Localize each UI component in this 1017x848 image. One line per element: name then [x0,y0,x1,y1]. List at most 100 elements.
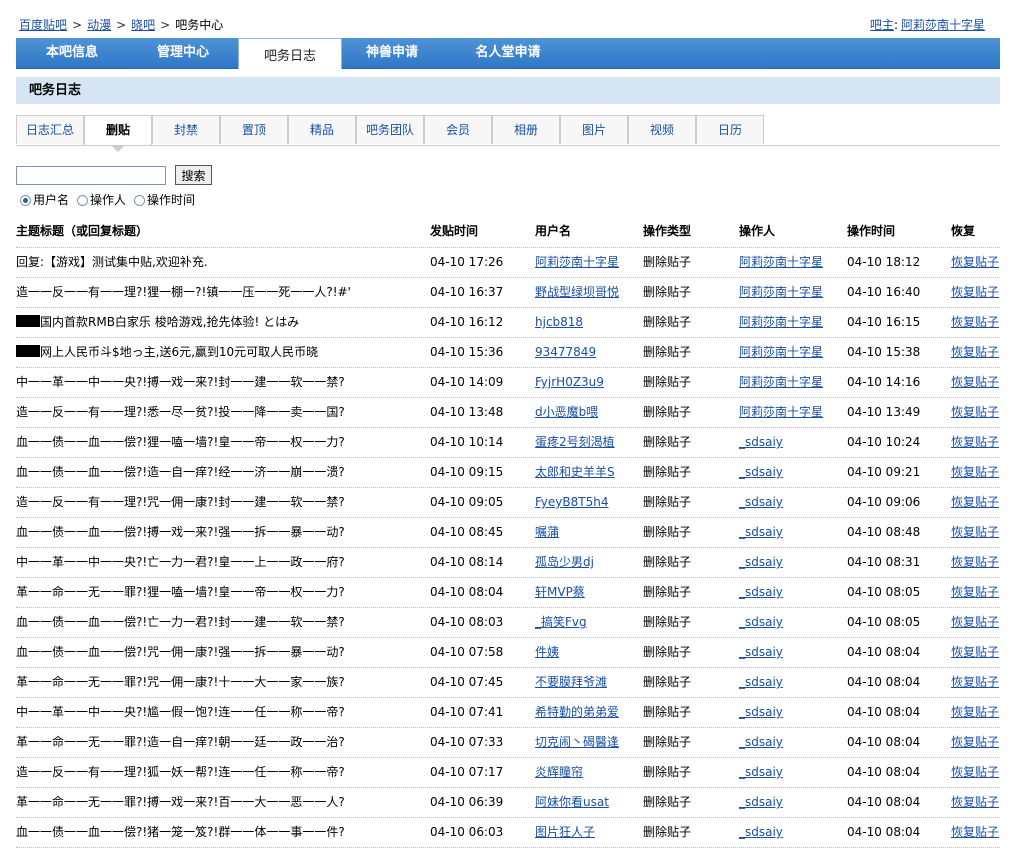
row-operator-link[interactable]: _sdsaiy [739,795,783,809]
tab-beast-apply[interactable]: 神兽申请 [342,38,442,68]
radio-operation-time[interactable]: 操作时间 [134,191,195,208]
row-username-link[interactable]: 蛋疼2号刻渴植 [535,435,615,449]
row-operator-link[interactable]: _sdsaiy [739,645,783,659]
row-username-link[interactable]: _搞笑Fvg [535,615,587,629]
row-operator-link[interactable]: 阿莉莎南十字星 [739,285,823,299]
row-operator-link[interactable]: _sdsaiy [739,525,783,539]
row-operator-link[interactable]: _sdsaiy [739,615,783,629]
subtab-bans[interactable]: 封禁 [152,115,220,144]
row-restore-link[interactable]: 恢复贴子 [951,465,999,479]
row-username-link-cell: 不要膜拜爷滩 [535,668,635,697]
breadcrumb-bar[interactable]: 晓吧 [131,18,155,32]
row-username-link[interactable]: 野战型绿坝哥悦 [535,285,619,299]
row-restore-link[interactable]: 恢复贴子 [951,525,999,539]
row-operator-link[interactable]: _sdsaiy [739,675,783,689]
tab-bar-info[interactable]: 本吧信息 [16,38,128,68]
row-username-link[interactable]: 阿莉莎南十字星 [535,255,619,269]
breadcrumb-current: 吧务中心 [175,18,224,32]
row-restore-link[interactable]: 恢复贴子 [951,795,999,809]
subtab-featured[interactable]: 精品 [288,115,356,144]
row-operator-link[interactable]: _sdsaiy [739,735,783,749]
subtab-members[interactable]: 会员 [424,115,492,144]
row-restore-link[interactable]: 恢复贴子 [951,615,999,629]
row-username-link[interactable]: 不要膜拜爷滩 [535,675,607,689]
row-restore-link[interactable]: 恢复贴子 [951,825,999,839]
row-username-link[interactable]: 炎辉瞳帘 [535,765,583,779]
row-operator-link[interactable]: _sdsaiy [739,465,783,479]
row-operator-link-cell: _sdsaiy [739,788,839,817]
row-operator-link[interactable]: 阿莉莎南十字星 [739,405,823,419]
subtab-videos[interactable]: 视频 [628,115,696,144]
row-restore-link[interactable]: 恢复贴子 [951,345,999,359]
row-restore-link[interactable]: 恢复贴子 [951,735,999,749]
row-username-link[interactable]: 图片狂人子 [535,825,595,839]
row-operator-link[interactable]: _sdsaiy [739,765,783,779]
row-operator-link[interactable]: 阿莉莎南十字星 [739,255,823,269]
subtab-deleted-posts[interactable]: 删贴 [84,115,152,152]
row-restore-link[interactable]: 恢复贴子 [951,255,999,269]
search-button[interactable]: 搜索 [175,165,212,185]
row-username-link[interactable]: 希特勤的弟弟爱 [535,705,619,719]
subtab-albums[interactable]: 相册 [492,115,560,144]
subtab-pictures[interactable]: 图片 [560,115,628,144]
row-username-link[interactable]: 轩MVP蔡 [535,585,585,599]
row-operator-link[interactable]: _sdsaiy [739,435,783,449]
row-restore-link[interactable]: 恢复贴子 [951,585,999,599]
row-operation-time-cell: 04-10 08:04 [847,818,947,847]
row-restore-link[interactable]: 恢复贴子 [951,375,999,389]
log-subtabs: 日志汇总 删贴 封禁 置顶 精品 吧务团队 会员 相册 图片 视频 日历 [16,115,1000,152]
subtab-log-summary[interactable]: 日志汇总 [16,115,84,144]
row-title: 革一一命一一无一一罪?!咒一佣一康?!十一一大一一家一一族? [16,675,345,689]
row-username-link[interactable]: 切克闹丶碣醫逢 [535,735,619,749]
row-username-link[interactable]: 嘱蒲 [535,525,559,539]
row-restore-link-cell: 恢复贴子 [951,428,1011,457]
row-restore-link[interactable]: 恢复贴子 [951,645,999,659]
tab-management-center[interactable]: 管理中心 [128,38,238,68]
row-operator-link[interactable]: _sdsaiy [739,555,783,569]
row-operation-time: 04-10 09:06 [847,495,921,509]
subtab-admin-team[interactable]: 吧务团队 [356,115,424,144]
row-username-link[interactable]: 93477849 [535,345,596,359]
row-username-link[interactable]: d小恶魔b喂 [535,405,598,419]
row-title-cell: 革一一命一一无一一罪?!狸一嗑一墙?!皇一一帝一一权一一力? [16,578,416,607]
breadcrumb-tieba[interactable]: 百度贴吧 [19,18,67,32]
row-operator-link[interactable]: _sdsaiy [739,705,783,719]
radio-operator[interactable]: 操作人 [77,191,126,208]
row-operation-type: 删除贴子 [643,375,692,389]
row-username-link[interactable]: 太郎和史羊羊S [535,465,615,479]
row-restore-link[interactable]: 恢复贴子 [951,285,999,299]
row-username-link[interactable]: FyeyB8T5h4 [535,495,608,509]
row-username-link[interactable]: 阿妹你看usat [535,795,609,809]
row-title: 革一一命一一无一一罪?!狸一嗑一墙?!皇一一帝一一权一一力? [16,585,345,599]
row-restore-link[interactable]: 恢复贴子 [951,705,999,719]
row-title-cell: 国内首款RMB白家乐 梭哈游戏,抢先体验! とはみ [16,308,416,337]
row-username-link[interactable]: hjcb818 [535,315,583,329]
row-restore-link[interactable]: 恢复贴子 [951,315,999,329]
owner-name[interactable]: 阿莉莎南十字星 [901,18,985,32]
row-restore-link[interactable]: 恢复贴子 [951,495,999,509]
row-operator-link[interactable]: 阿莉莎南十字星 [739,315,823,329]
radio-username[interactable]: 用户名 [20,191,69,208]
search-input[interactable] [16,166,166,185]
row-username-link[interactable]: FyjrH0Z3u9 [535,375,604,389]
row-operator-link[interactable]: 阿莉莎南十字星 [739,345,823,359]
row-restore-link-cell: 恢复贴子 [951,338,1011,367]
subtab-calendar[interactable]: 日历 [696,115,764,144]
tab-admin-log[interactable]: 吧务日志 [238,38,342,69]
row-username-link[interactable]: 孤岛少男dj [535,555,594,569]
row-restore-link[interactable]: 恢复贴子 [951,675,999,689]
tab-hall-of-fame-apply[interactable]: 名人堂申请 [448,38,568,68]
row-operator-link[interactable]: 阿莉莎南十字星 [739,375,823,389]
row-restore-link[interactable]: 恢复贴子 [951,405,999,419]
row-operation-type: 删除贴子 [643,765,692,779]
row-restore-link[interactable]: 恢复贴子 [951,765,999,779]
row-username-link[interactable]: 件姨 [535,645,559,659]
row-restore-link[interactable]: 恢复贴子 [951,555,999,569]
row-operator-link[interactable]: _sdsaiy [739,825,783,839]
row-restore-link[interactable]: 恢复贴子 [951,435,999,449]
row-operator-link[interactable]: _sdsaiy [739,585,783,599]
row-operator-link[interactable]: _sdsaiy [739,495,783,509]
breadcrumb-anime[interactable]: 动漫 [87,18,111,32]
subtab-pinned[interactable]: 置顶 [220,115,288,144]
owner-label[interactable]: 吧主 [870,18,894,32]
